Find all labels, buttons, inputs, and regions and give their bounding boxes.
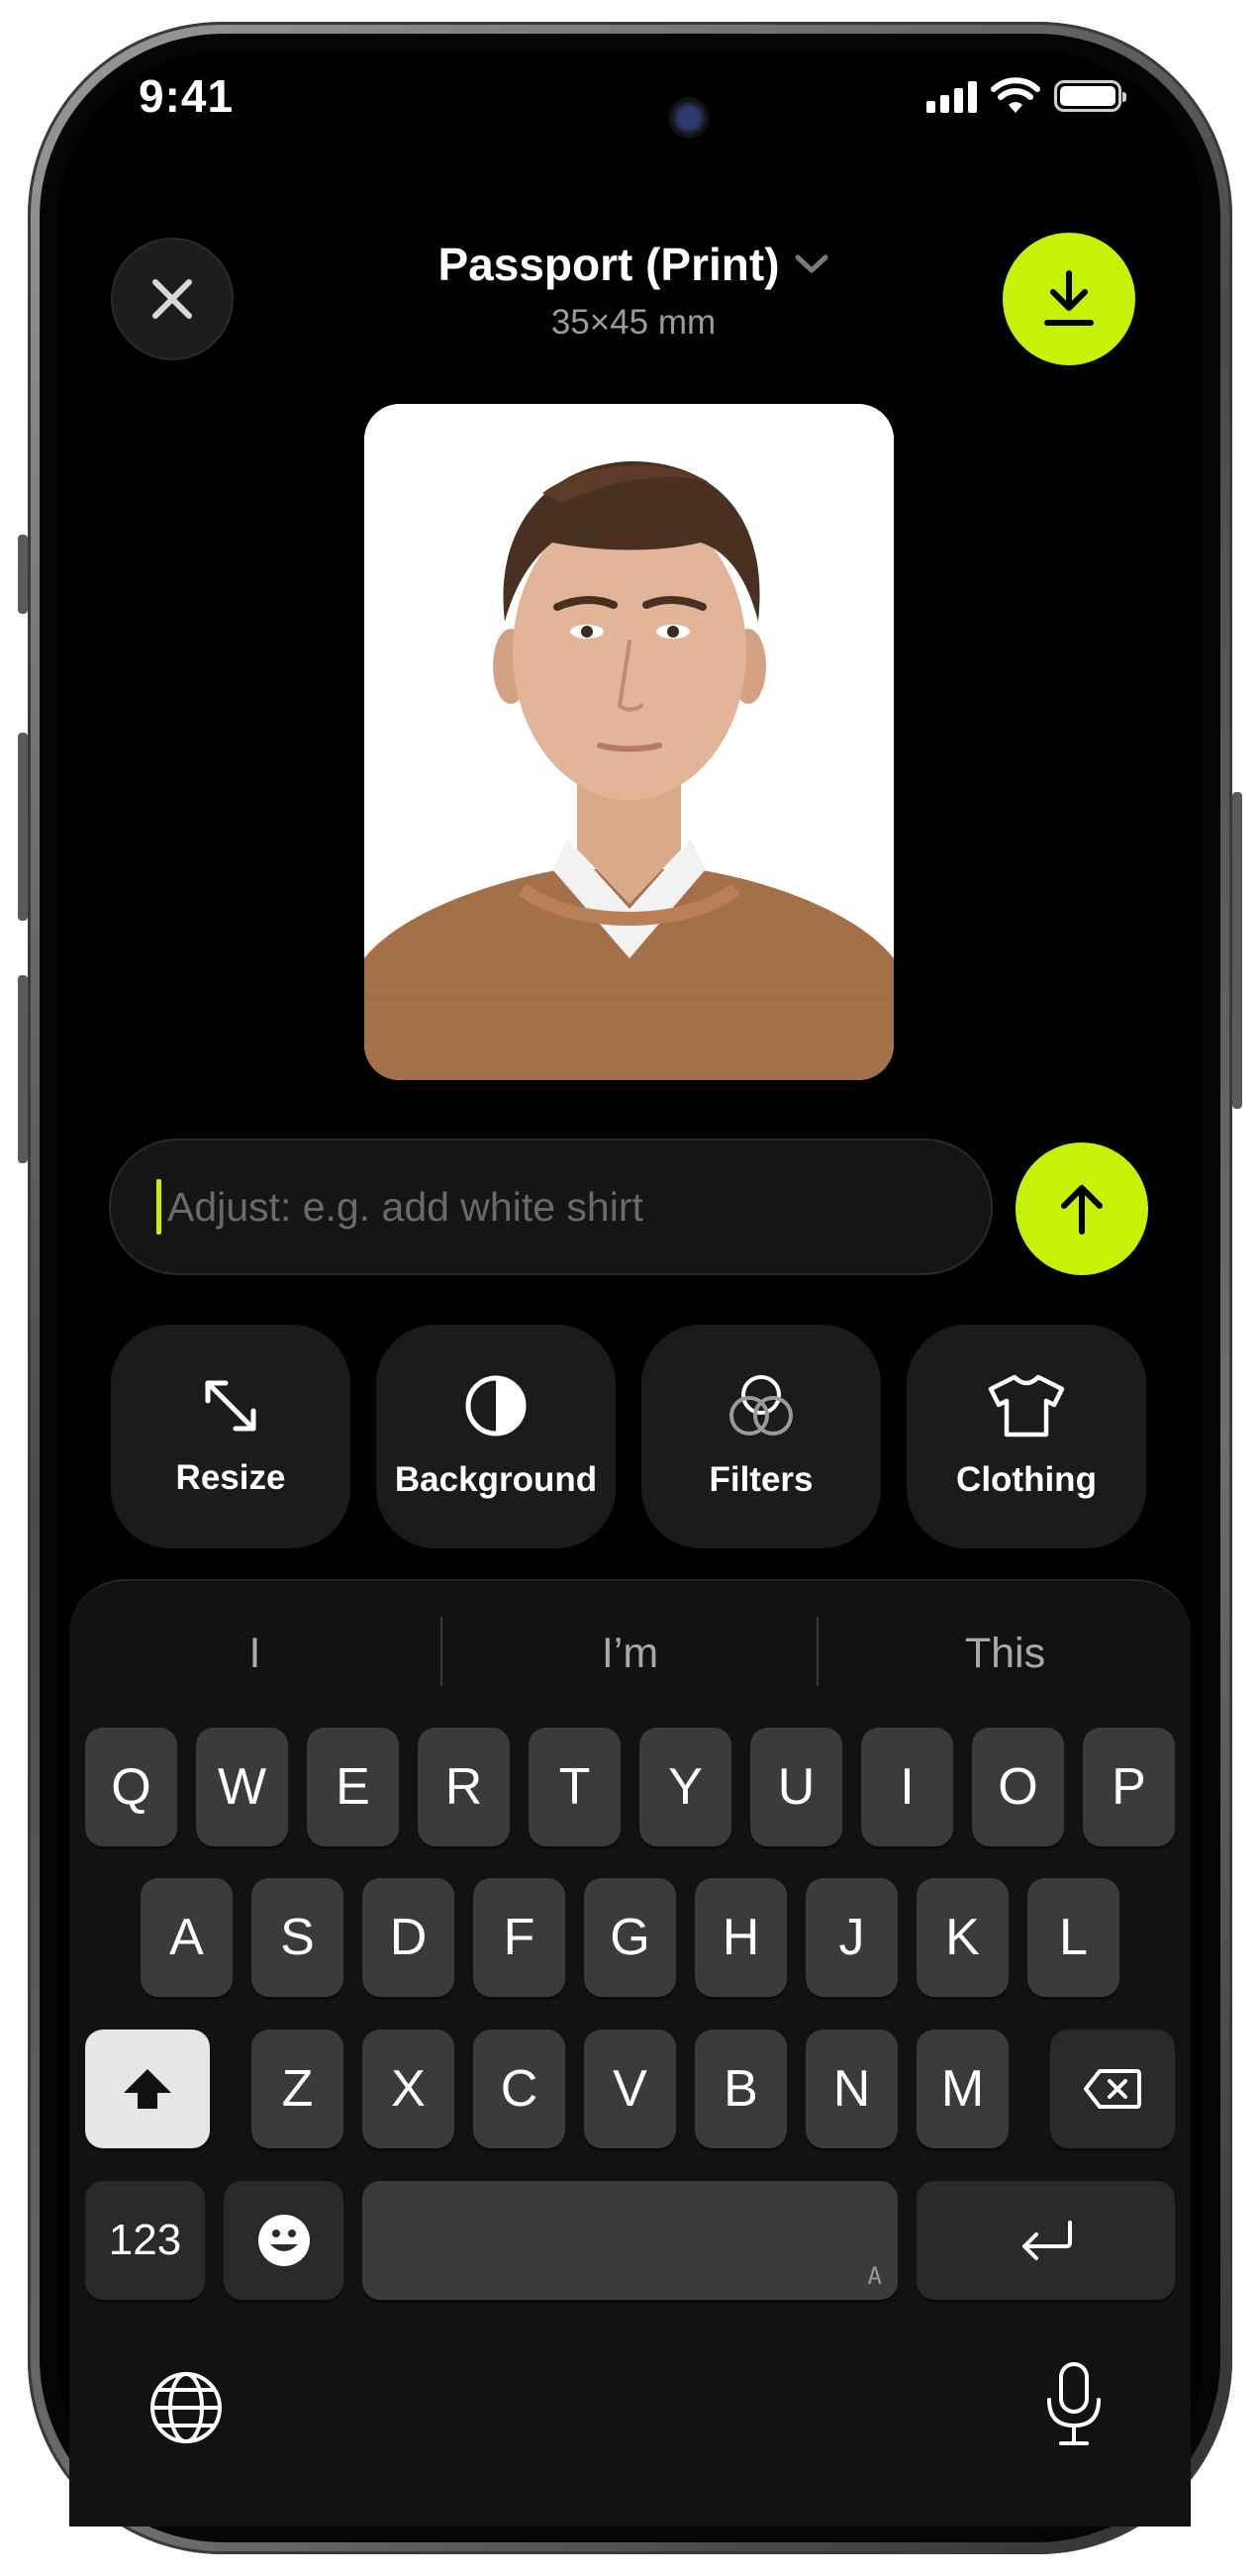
space-hint: A	[867, 2262, 882, 2290]
tool-label: Resize	[175, 1458, 286, 1497]
key-k[interactable]: K	[917, 1878, 1009, 1997]
volume-down-button	[18, 975, 28, 1163]
key-v[interactable]: V	[584, 2030, 676, 2148]
resize-button[interactable]: Resize	[111, 1325, 350, 1548]
microphone-icon[interactable]	[1039, 2360, 1109, 2449]
close-icon	[152, 279, 192, 319]
space-key[interactable]: A	[362, 2181, 898, 2300]
key-a[interactable]: A	[141, 1878, 233, 1997]
suggestion-3[interactable]: This	[820, 1619, 1191, 1688]
delete-icon	[1084, 2069, 1141, 2109]
send-button[interactable]	[1016, 1142, 1148, 1275]
delete-key[interactable]	[1050, 2030, 1175, 2148]
tool-label: Clothing	[956, 1460, 1097, 1499]
key-i[interactable]: I	[861, 1728, 953, 1846]
key-d[interactable]: D	[362, 1878, 454, 1997]
key-s[interactable]: S	[251, 1878, 343, 1997]
status-icons	[926, 77, 1126, 115]
globe-icon[interactable]	[146, 2368, 226, 2447]
chevron-down-icon	[795, 254, 828, 273]
volume-up-button	[18, 733, 28, 921]
numbers-key[interactable]: 123	[85, 2181, 205, 2300]
passport-photo-preview	[364, 404, 894, 1080]
key-u[interactable]: U	[750, 1728, 842, 1846]
filters-button[interactable]: Filters	[641, 1325, 881, 1548]
key-q[interactable]: Q	[85, 1728, 177, 1846]
key-g[interactable]: G	[584, 1878, 676, 1997]
camera-lens-icon	[668, 97, 710, 139]
background-button[interactable]: Background	[376, 1325, 616, 1548]
status-time: 9:41	[139, 70, 235, 122]
key-l[interactable]: L	[1027, 1878, 1119, 1997]
page-subtitle: 35×45 mm	[550, 303, 717, 342]
key-c[interactable]: C	[473, 2030, 565, 2148]
text-caret	[156, 1179, 161, 1235]
key-e[interactable]: E	[307, 1728, 399, 1846]
cellular-signal-icon	[926, 79, 977, 113]
tool-label: Filters	[709, 1460, 814, 1499]
close-button[interactable]	[111, 238, 234, 360]
shift-icon	[124, 2069, 171, 2109]
key-o[interactable]: O	[972, 1728, 1064, 1846]
key-h[interactable]: H	[695, 1878, 787, 1997]
tshirt-icon	[988, 1374, 1065, 1437]
resize-icon	[205, 1380, 256, 1432]
key-y[interactable]: Y	[639, 1728, 731, 1846]
key-j[interactable]: J	[806, 1878, 898, 1997]
portrait-image	[364, 404, 894, 1080]
key-f[interactable]: F	[473, 1878, 565, 1997]
suggestion-2[interactable]: I’m	[443, 1619, 817, 1688]
return-key[interactable]	[917, 2181, 1175, 2300]
contrast-icon	[465, 1375, 527, 1437]
power-button	[1232, 792, 1242, 1109]
format-selector[interactable]: Passport (Print) 35×45 mm	[376, 238, 891, 343]
key-x[interactable]: X	[362, 2030, 454, 2148]
key-t[interactable]: T	[529, 1728, 621, 1846]
download-icon	[1044, 270, 1094, 326]
tool-label: Background	[394, 1460, 598, 1499]
arrow-up-icon	[1061, 1185, 1103, 1235]
action-button	[18, 535, 28, 614]
key-r[interactable]: R	[418, 1728, 510, 1846]
emoji-key[interactable]	[224, 2181, 343, 2300]
suggestion-1[interactable]: I	[69, 1619, 440, 1688]
key-p[interactable]: P	[1083, 1728, 1175, 1846]
dynamic-island	[366, 57, 780, 180]
wifi-icon	[991, 77, 1040, 113]
suggestion-divider	[817, 1617, 819, 1686]
key-w[interactable]: W	[196, 1728, 288, 1846]
adjust-field[interactable]	[109, 1139, 993, 1275]
clothing-button[interactable]: Clothing	[907, 1325, 1146, 1548]
key-n[interactable]: N	[806, 2030, 898, 2148]
page-title: Passport (Print)	[437, 239, 780, 290]
emoji-icon	[257, 2215, 310, 2266]
battery-icon	[1054, 80, 1126, 112]
download-button[interactable]	[1003, 233, 1135, 365]
shift-key[interactable]	[85, 2030, 210, 2148]
filters-icon	[729, 1375, 793, 1436]
adjust-input[interactable]	[165, 1182, 991, 1232]
return-icon	[1021, 2221, 1072, 2260]
suggestion-divider	[440, 1617, 442, 1686]
key-z[interactable]: Z	[251, 2030, 343, 2148]
key-m[interactable]: M	[917, 2030, 1009, 2148]
key-b[interactable]: B	[695, 2030, 787, 2148]
